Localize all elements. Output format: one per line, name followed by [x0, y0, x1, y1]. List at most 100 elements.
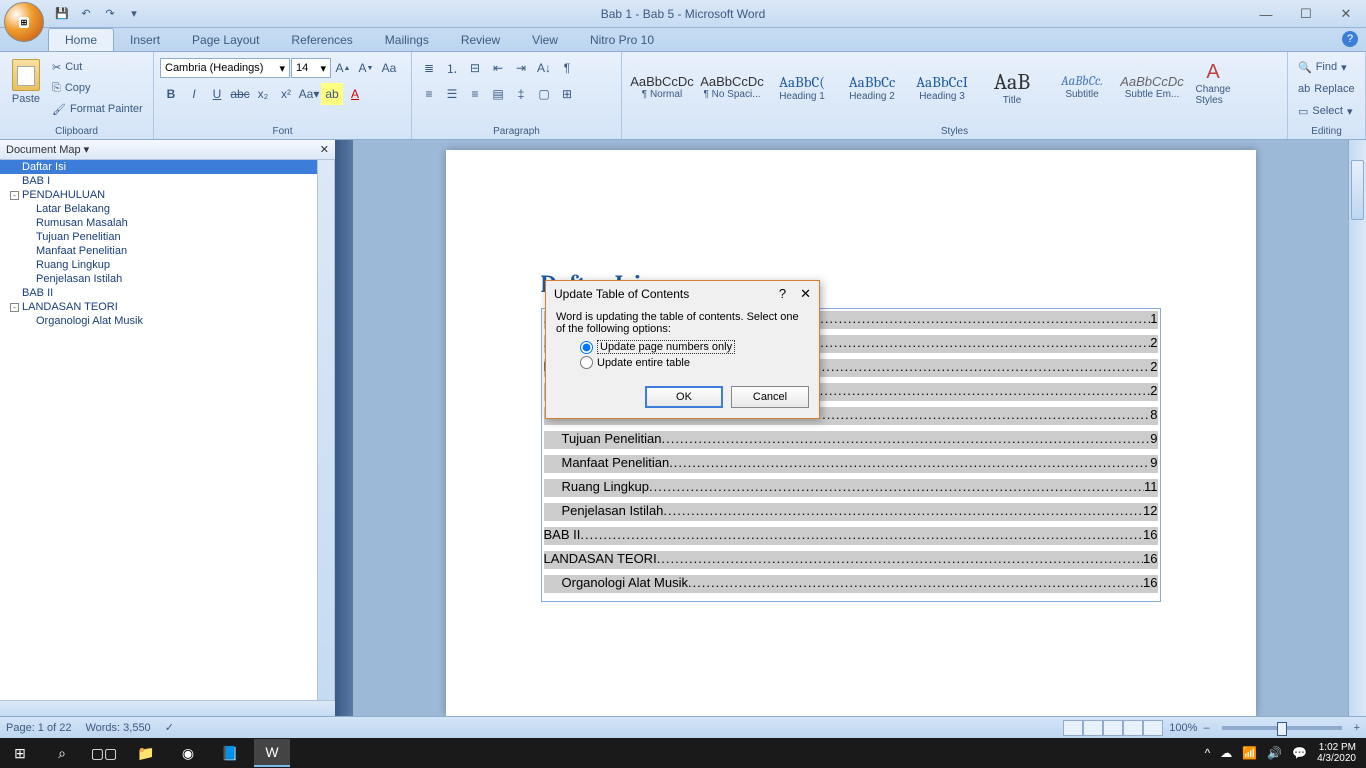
- tab-insert[interactable]: Insert: [114, 29, 176, 51]
- docmap-item[interactable]: Daftar Isi: [0, 160, 334, 174]
- explorer-icon[interactable]: 📁: [128, 739, 164, 767]
- style-heading-3[interactable]: AaBbCcIHeading 3: [908, 57, 976, 117]
- status-words[interactable]: Words: 3,550: [85, 722, 150, 734]
- toc-row[interactable]: Penjelasan Istilah......................…: [544, 503, 1158, 521]
- shrink-font-icon[interactable]: A▼: [355, 57, 377, 79]
- status-page[interactable]: Page: 1 of 22: [6, 722, 71, 734]
- docmap-item[interactable]: Rumusan Masalah: [0, 216, 334, 230]
- style--normal[interactable]: AaBbCcDc¶ Normal: [628, 57, 696, 117]
- minimize-button[interactable]: —: [1252, 4, 1280, 24]
- start-button[interactable]: ⊞: [2, 739, 38, 767]
- dialog-help-icon[interactable]: ?: [779, 286, 786, 302]
- docmap-item[interactable]: Tujuan Penelitian: [0, 230, 334, 244]
- docmap-item[interactable]: Ruang Lingkup: [0, 258, 334, 272]
- word-icon[interactable]: W: [254, 739, 290, 767]
- sort-icon[interactable]: A↓: [533, 57, 555, 79]
- docmap-dropdown-icon[interactable]: ▾: [84, 144, 90, 156]
- document-page[interactable]: Daftar Isi .............................…: [446, 150, 1256, 716]
- font-color-button[interactable]: A: [344, 83, 366, 105]
- docmap-item[interactable]: Penjelasan Istilah: [0, 272, 334, 286]
- tab-mailings[interactable]: Mailings: [369, 29, 445, 51]
- toc-row[interactable]: Organologi Alat Musik...................…: [544, 575, 1158, 593]
- radio-update-entire-table[interactable]: Update entire table: [580, 355, 809, 370]
- network-icon[interactable]: 📶: [1242, 746, 1257, 760]
- zoom-in-icon[interactable]: +: [1354, 722, 1360, 734]
- format-painter-button[interactable]: 🖌Format Painter: [48, 99, 147, 119]
- strike-button[interactable]: abc: [229, 83, 251, 105]
- font-size-select[interactable]: 14▾: [291, 58, 331, 78]
- show-marks-icon[interactable]: ¶: [556, 57, 578, 79]
- docmap-item[interactable]: Latar Belakang: [0, 202, 334, 216]
- undo-icon[interactable]: ↶: [76, 4, 96, 24]
- search-icon[interactable]: ⌕: [44, 739, 80, 767]
- find-button[interactable]: 🔍Find ▾: [1294, 57, 1359, 77]
- replace-button[interactable]: abReplace: [1294, 79, 1359, 99]
- dialog-titlebar[interactable]: Update Table of Contents ? ✕: [546, 281, 819, 307]
- task-view-icon[interactable]: ▢▢: [86, 739, 122, 767]
- document-map-list[interactable]: Daftar IsiBAB I-PENDAHULUANLatar Belakan…: [0, 160, 335, 700]
- style--no-spaci-[interactable]: AaBbCcDc¶ No Spaci...: [698, 57, 766, 117]
- onedrive-icon[interactable]: ☁: [1220, 746, 1232, 760]
- docmap-hscroll[interactable]: [0, 700, 335, 716]
- vertical-scrollbar[interactable]: [1348, 140, 1366, 716]
- bold-button[interactable]: B: [160, 83, 182, 105]
- volume-icon[interactable]: 🔊: [1267, 746, 1282, 760]
- highlight-button[interactable]: ab: [321, 83, 343, 105]
- tab-nitro[interactable]: Nitro Pro 10: [574, 29, 670, 51]
- indent-inc-icon[interactable]: ⇥: [510, 57, 532, 79]
- toc-row[interactable]: BAB II..................................…: [544, 527, 1158, 545]
- tab-home[interactable]: Home: [48, 28, 114, 51]
- save-icon[interactable]: 💾: [52, 4, 72, 24]
- toc-row[interactable]: LANDASAN TEORI..........................…: [544, 551, 1158, 569]
- cut-button[interactable]: ✂Cut: [48, 57, 147, 77]
- borders-icon[interactable]: ⊞: [556, 83, 578, 105]
- style-heading-2[interactable]: AaBbCcHeading 2: [838, 57, 906, 117]
- toc-row[interactable]: Manfaat Penelitian......................…: [544, 455, 1158, 473]
- maximize-button[interactable]: ☐: [1292, 4, 1320, 24]
- proofing-icon[interactable]: ✓: [165, 721, 174, 734]
- qat-dropdown-icon[interactable]: ▾: [124, 4, 144, 24]
- notepad-icon[interactable]: 📘: [212, 739, 248, 767]
- docmap-close-icon[interactable]: ✕: [320, 143, 329, 156]
- docmap-item[interactable]: -LANDASAN TEORI: [0, 300, 334, 314]
- subscript-button[interactable]: x₂: [252, 83, 274, 105]
- chrome-icon[interactable]: ◉: [170, 739, 206, 767]
- toc-row[interactable]: Ruang Lingkup...........................…: [544, 479, 1158, 497]
- numbering-icon[interactable]: ⒈: [441, 57, 463, 79]
- multilevel-icon[interactable]: ⊟: [464, 57, 486, 79]
- align-right-icon[interactable]: ≡: [464, 83, 486, 105]
- superscript-button[interactable]: x²: [275, 83, 297, 105]
- align-center-icon[interactable]: ☰: [441, 83, 463, 105]
- justify-icon[interactable]: ▤: [487, 83, 509, 105]
- shading-icon[interactable]: ▢: [533, 83, 555, 105]
- zoom-slider[interactable]: [1222, 726, 1342, 730]
- ok-button[interactable]: OK: [645, 386, 723, 408]
- style-subtitle[interactable]: AaBbCc.Subtitle: [1048, 57, 1116, 117]
- tab-review[interactable]: Review: [445, 29, 516, 51]
- docmap-item[interactable]: BAB I: [0, 174, 334, 188]
- italic-button[interactable]: I: [183, 83, 205, 105]
- tray-chevron-icon[interactable]: ^: [1205, 746, 1211, 760]
- tab-references[interactable]: References: [275, 29, 368, 51]
- tab-view[interactable]: View: [516, 29, 574, 51]
- radio-update-page-numbers[interactable]: Update page numbers only: [580, 339, 809, 355]
- clock[interactable]: 1:02 PM 4/3/2020: [1317, 742, 1356, 764]
- docmap-item[interactable]: -PENDAHULUAN: [0, 188, 334, 202]
- tab-page-layout[interactable]: Page Layout: [176, 29, 275, 51]
- docmap-item[interactable]: Organologi Alat Musik: [0, 314, 334, 328]
- align-left-icon[interactable]: ≡: [418, 83, 440, 105]
- help-icon[interactable]: ?: [1342, 31, 1358, 47]
- notifications-icon[interactable]: 💬: [1292, 746, 1307, 760]
- style-title[interactable]: AaBTitle: [978, 57, 1046, 117]
- view-buttons[interactable]: [1063, 720, 1163, 736]
- cancel-button[interactable]: Cancel: [731, 386, 809, 408]
- toc-row[interactable]: Tujuan Penelitian.......................…: [544, 431, 1158, 449]
- close-button[interactable]: ✕: [1332, 4, 1360, 24]
- select-button[interactable]: ▭Select ▾: [1294, 101, 1359, 121]
- style-subtle-em-[interactable]: AaBbCcDcSubtle Em...: [1118, 57, 1186, 117]
- clear-formatting-icon[interactable]: Aa: [378, 57, 400, 79]
- zoom-level[interactable]: 100%: [1169, 722, 1197, 734]
- line-spacing-icon[interactable]: ‡: [510, 83, 532, 105]
- dialog-close-icon[interactable]: ✕: [800, 286, 811, 302]
- bullets-icon[interactable]: ≣: [418, 57, 440, 79]
